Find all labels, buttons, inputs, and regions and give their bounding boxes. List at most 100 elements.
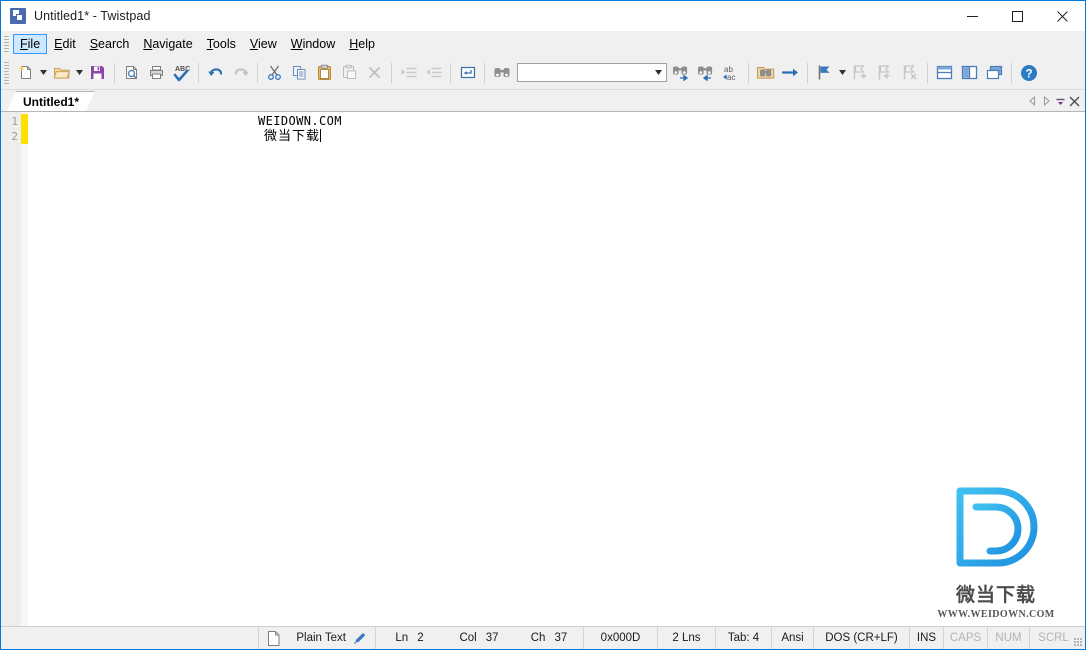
print-preview-icon[interactable]	[119, 60, 144, 85]
bookmark-dropdown[interactable]	[837, 60, 848, 85]
window-controls	[950, 1, 1085, 31]
delete-icon[interactable]	[362, 60, 387, 85]
cut-icon[interactable]	[262, 60, 287, 85]
status-syntax-edit[interactable]	[350, 627, 375, 649]
menu-edit[interactable]: Edit	[47, 34, 83, 54]
undo-icon[interactable]	[203, 60, 228, 85]
status-caps-value: CAPS	[949, 632, 982, 644]
title-bar: Untitled1* - Twistpad	[1, 1, 1085, 31]
bookmark-clear-icon[interactable]	[898, 60, 923, 85]
replace-icon[interactable]: ab ac	[719, 60, 744, 85]
open-file-dropdown[interactable]	[74, 60, 85, 85]
status-insert-mode-value: INS	[916, 632, 937, 644]
insert-newline-icon[interactable]	[455, 60, 480, 85]
tab-untitled1[interactable]: Untitled1*	[7, 91, 95, 111]
bookmark-prev-icon[interactable]	[873, 60, 898, 85]
modified-marker-bar	[21, 112, 28, 626]
spell-check-icon[interactable]: ABC	[169, 60, 194, 85]
bookmark-next-icon[interactable]	[848, 60, 873, 85]
redo-icon[interactable]	[228, 60, 253, 85]
copy-icon[interactable]	[287, 60, 312, 85]
help-icon[interactable]: ?	[1016, 60, 1041, 85]
tab-scroll-left-icon[interactable]	[1025, 92, 1039, 110]
toolbar-separator	[391, 62, 392, 83]
toolbar-separator	[748, 62, 749, 83]
menu-navigate[interactable]: Navigate	[136, 34, 199, 54]
paste-icon[interactable]	[312, 60, 337, 85]
split-vertical-icon[interactable]	[957, 60, 982, 85]
resize-grip[interactable]	[1071, 627, 1085, 649]
minimize-button[interactable]	[950, 1, 995, 31]
modified-marker	[21, 114, 28, 144]
menu-window[interactable]: Window	[284, 34, 342, 54]
find-next-icon[interactable]	[669, 60, 694, 85]
find-previous-icon[interactable]	[694, 60, 719, 85]
split-horizontal-icon[interactable]	[932, 60, 957, 85]
toolbar-separator	[1011, 62, 1012, 83]
print-icon[interactable]	[144, 60, 169, 85]
document-icon	[268, 630, 280, 646]
indent-icon[interactable]	[396, 60, 421, 85]
menu-search[interactable]: Search	[83, 34, 137, 54]
menu-file[interactable]: File	[13, 33, 48, 54]
status-hex: 0x000D	[583, 627, 657, 649]
chevron-down-icon[interactable]	[651, 64, 666, 81]
status-syntax-label: Plain Text	[296, 632, 346, 644]
status-column-value: 37	[485, 632, 499, 644]
tab-list-icon[interactable]	[1053, 92, 1067, 110]
twistpad-app-icon[interactable]	[10, 8, 26, 24]
line-number-gutter: 1 2	[1, 112, 21, 626]
status-line-endings-value: DOS (CR+LF)	[825, 632, 898, 644]
paste-special-icon[interactable]	[337, 60, 362, 85]
status-insert-mode[interactable]: INS	[909, 627, 943, 649]
new-file-icon[interactable]	[13, 60, 38, 85]
find-in-files-icon[interactable]	[753, 60, 778, 85]
status-char-label: Ch	[530, 632, 546, 644]
status-hex-value: 0x000D	[600, 632, 641, 644]
code-line-text: WEIDOWN.COM	[258, 114, 342, 128]
status-line: Ln 2	[375, 627, 443, 649]
toolbar-separator	[198, 62, 199, 83]
status-syntax[interactable]: Plain Text	[288, 627, 350, 649]
svg-text:ac: ac	[727, 73, 735, 81]
pencil-icon	[353, 633, 366, 644]
tab-scroll-right-icon[interactable]	[1039, 92, 1053, 110]
menu-bar: File Edit Search Navigate Tools View Win…	[1, 31, 1085, 56]
menu-help[interactable]: Help	[342, 34, 382, 54]
menu-view[interactable]: View	[243, 34, 284, 54]
window-title: Untitled1* - Twistpad	[34, 9, 151, 23]
status-encoding[interactable]: Ansi	[771, 627, 813, 649]
bookmark-toggle-icon[interactable]	[812, 60, 837, 85]
cascade-windows-icon[interactable]	[982, 60, 1007, 85]
tab-strip: Untitled1*	[1, 90, 1085, 112]
search-combo[interactable]	[517, 63, 667, 82]
code-text-area[interactable]: WEIDOWN.COM 微当下载	[28, 112, 1085, 626]
open-file-icon[interactable]	[49, 60, 74, 85]
save-icon[interactable]	[85, 60, 110, 85]
toolbar-grip[interactable]	[3, 61, 10, 84]
editor-area[interactable]: 1 2 WEIDOWN.COM 微当下载 微当下载 WWW.WEIDOWN.CO…	[1, 112, 1085, 627]
status-line-value: 2	[417, 632, 424, 644]
status-doc-icon-cell[interactable]	[258, 627, 288, 649]
menu-tools[interactable]: Tools	[200, 34, 243, 54]
goto-icon[interactable]	[778, 60, 803, 85]
search-input[interactable]	[518, 64, 651, 81]
tab-controls	[1025, 91, 1085, 111]
new-file-dropdown[interactable]	[38, 60, 49, 85]
status-line-endings[interactable]: DOS (CR+LF)	[813, 627, 909, 649]
outdent-icon[interactable]	[421, 60, 446, 85]
status-tab-width[interactable]: Tab: 4	[715, 627, 771, 649]
status-caps-lock: CAPS	[943, 627, 987, 649]
main-window: Untitled1* - Twistpad File Edit Search N…	[0, 0, 1086, 650]
find-icon[interactable]	[489, 60, 514, 85]
status-column-label: Col	[459, 632, 477, 644]
close-button[interactable]	[1040, 1, 1085, 31]
status-char: Ch 37	[515, 627, 583, 649]
toolbar-separator	[257, 62, 258, 83]
status-encoding-value: Ansi	[781, 632, 804, 644]
status-num-lock: NUM	[987, 627, 1029, 649]
tab-close-icon[interactable]	[1067, 92, 1081, 110]
maximize-button[interactable]	[995, 1, 1040, 31]
menubar-grip[interactable]	[3, 34, 11, 53]
toolbar-separator	[450, 62, 451, 83]
